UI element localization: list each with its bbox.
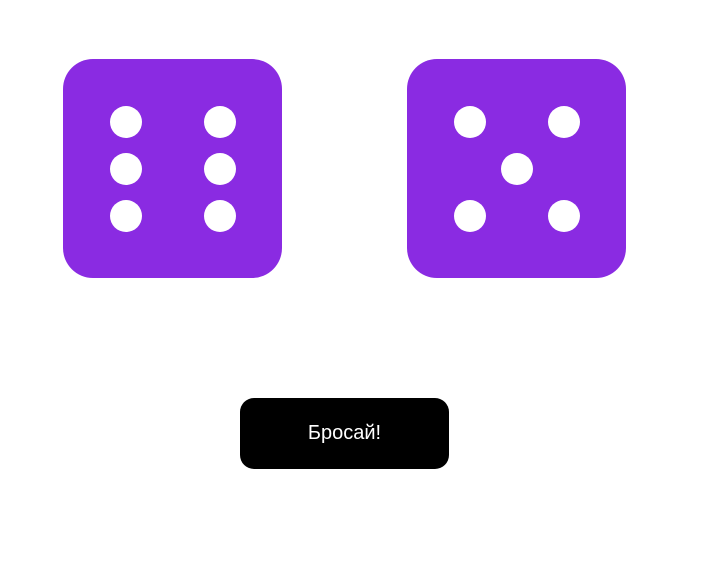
- die-pip: [501, 153, 533, 185]
- die-pip: [548, 106, 580, 138]
- die-left: [63, 59, 282, 278]
- die-pip: [548, 200, 580, 232]
- die-pip: [454, 106, 486, 138]
- die-pip: [110, 200, 142, 232]
- die-pip: [204, 153, 236, 185]
- die-pip: [204, 200, 236, 232]
- die-right: [407, 59, 626, 278]
- die-pip: [110, 153, 142, 185]
- die-pip: [110, 106, 142, 138]
- die-pip: [454, 200, 486, 232]
- roll-button[interactable]: Бросай!: [240, 398, 449, 469]
- die-pip: [204, 106, 236, 138]
